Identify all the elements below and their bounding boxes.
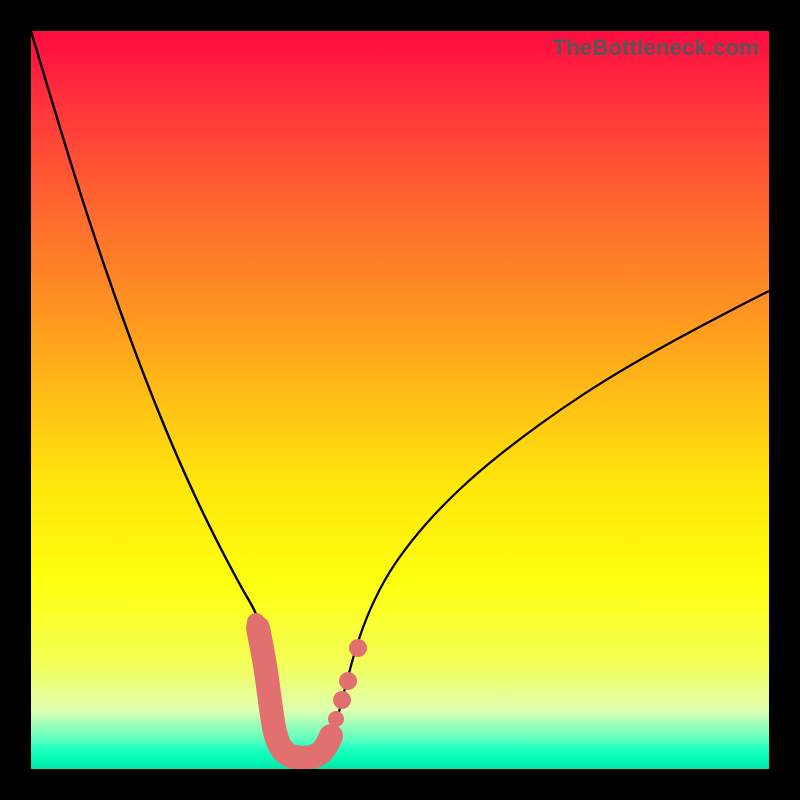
right-curve [331,291,769,738]
chart-svg [31,31,769,769]
marker-dot [247,613,265,631]
left-curve [31,31,331,760]
marker-dot [333,691,351,709]
chart-canvas: TheBottleneck.com [31,31,769,769]
marker-dot [349,639,367,657]
marker-dot [328,711,344,727]
bottom-marker-stroke [258,628,331,758]
marker-dot [339,672,357,690]
